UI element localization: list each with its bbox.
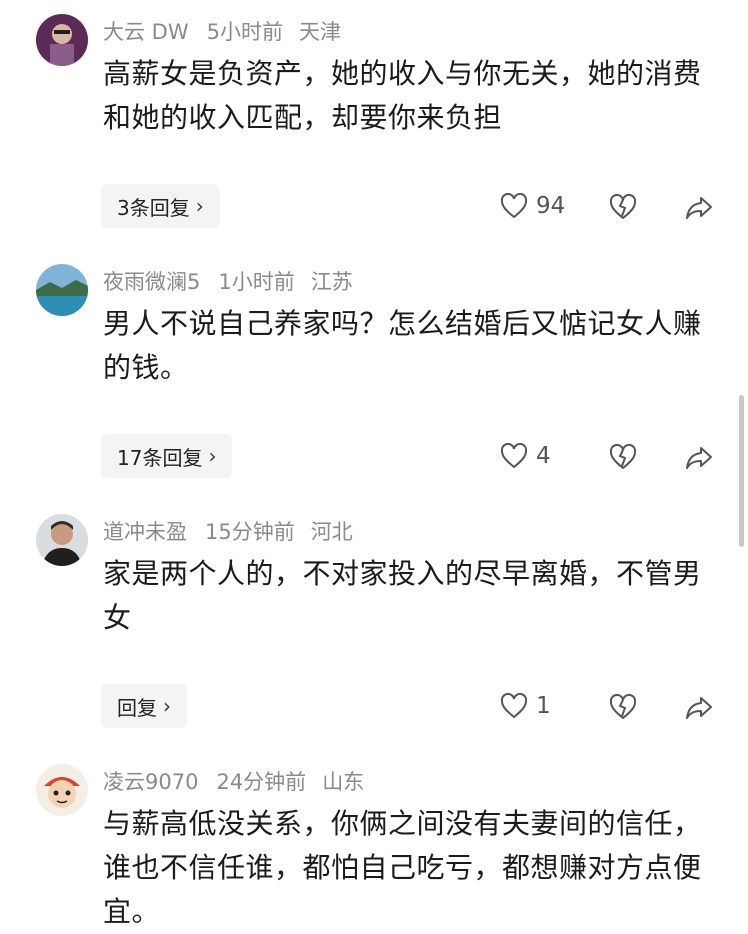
reply-label: 回复	[117, 695, 157, 720]
like-count: 4	[536, 443, 551, 469]
view-replies-button[interactable]: 3条回复 ›	[101, 184, 220, 228]
timestamp: 15分钟前	[205, 520, 295, 544]
reply-button[interactable]: 回复 ›	[101, 684, 187, 728]
reply-count-label: 3条回复	[117, 195, 190, 220]
share-arrow-icon[interactable]	[684, 442, 714, 472]
like-count: 1	[536, 693, 551, 719]
location: 江苏	[310, 270, 353, 294]
comment-meta: 凌云9070 24分钟前 山东	[103, 766, 382, 796]
comment-text: 高薪女是负资产，她的收入与你无关，她的消费和她的收入匹配，却要你来负担	[103, 57, 702, 134]
broken-heart-icon[interactable]	[608, 442, 638, 472]
comment-meta: 大云 DW 5小时前 天津	[103, 16, 359, 46]
heart-outline-icon	[500, 693, 528, 719]
location: 河北	[310, 520, 353, 544]
timestamp: 24分钟前	[216, 770, 307, 794]
like-button[interactable]: 94	[500, 184, 565, 228]
view-replies-button[interactable]: 17条回复 ›	[101, 434, 233, 478]
location: 天津	[299, 20, 341, 44]
chevron-right-icon: ›	[208, 444, 217, 468]
chevron-right-icon: ›	[195, 194, 204, 218]
location: 山东	[322, 770, 365, 794]
share-arrow-icon[interactable]	[684, 692, 714, 722]
avatar[interactable]	[36, 514, 88, 566]
username[interactable]: 大云 DW	[103, 20, 189, 44]
username[interactable]: 道冲未盈	[103, 520, 187, 544]
reply-count-label: 17条回复	[117, 445, 203, 470]
avatar[interactable]	[36, 14, 88, 66]
share-arrow-icon[interactable]	[684, 192, 714, 222]
comment-text: 家是两个人的，不对家投入的尽早离婚，不管男女	[103, 557, 702, 634]
broken-heart-icon[interactable]	[608, 692, 638, 722]
timestamp: 1小时前	[218, 270, 295, 294]
chevron-right-icon: ›	[163, 694, 171, 718]
avatar[interactable]	[36, 764, 88, 816]
like-button[interactable]: 1	[500, 684, 551, 728]
heart-outline-icon	[500, 443, 528, 469]
comment-meta: 夜雨微澜5 1小时前 江苏	[103, 266, 371, 296]
username[interactable]: 凌云9070	[103, 770, 198, 794]
scrollbar[interactable]	[739, 395, 744, 547]
comment-text: 男人不说自己养家吗？怎么结婚后又惦记女人赚的钱。	[103, 307, 702, 384]
timestamp: 5小时前	[206, 20, 283, 44]
avatar[interactable]	[36, 264, 88, 316]
like-count: 94	[536, 193, 566, 219]
like-button[interactable]: 4	[500, 434, 551, 478]
heart-outline-icon	[500, 193, 528, 219]
comment-meta: 道冲未盈 15分钟前 河北	[103, 516, 371, 546]
broken-heart-icon[interactable]	[608, 192, 638, 222]
username[interactable]: 夜雨微澜5	[103, 270, 200, 294]
comment-text: 与薪高低没关系，你俩之间没有夫妻间的信任，谁也不信任谁，都怕自己吃亏，都想赚对方…	[103, 807, 702, 928]
